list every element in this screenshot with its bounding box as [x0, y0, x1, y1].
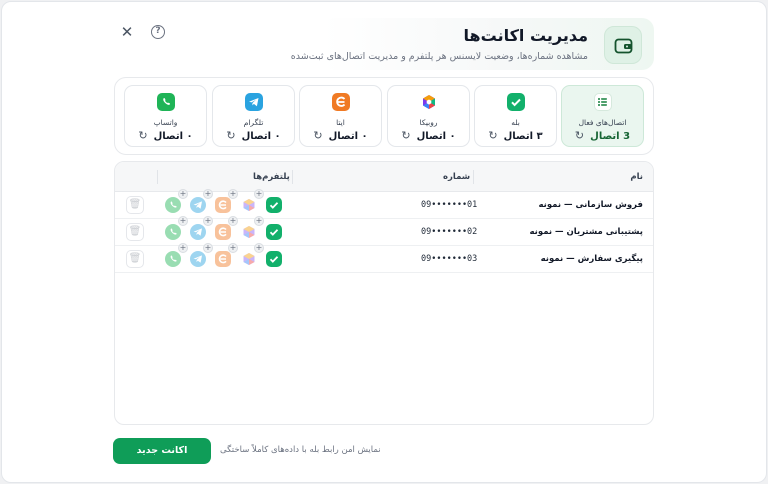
- bale-icon[interactable]: [266, 197, 282, 213]
- rubika-icon: [420, 93, 438, 111]
- eitaa-icon[interactable]: [215, 197, 231, 213]
- card-active-connections[interactable]: اتصال‌های فعال 3 اتصال↻: [561, 85, 644, 147]
- page-title: مدیریت اکانت‌ها: [463, 26, 588, 45]
- close-icon[interactable]: ✕: [120, 24, 134, 40]
- trash-icon[interactable]: 🗑: [126, 223, 144, 241]
- card-value: ۰ اتصال↻: [138, 129, 193, 142]
- account-number: 09•••••••02: [421, 227, 478, 237]
- refresh-icon[interactable]: ↻: [313, 129, 322, 142]
- trash-icon[interactable]: 🗑: [126, 250, 144, 268]
- bale-icon[interactable]: [266, 224, 282, 240]
- card-label: روبیکا: [419, 118, 438, 127]
- bale-icon: [507, 93, 525, 111]
- eitaa-icon: [332, 93, 350, 111]
- card-label: ایتا: [336, 118, 345, 127]
- accounts-table: نام شماره پلتفرم‌ها فروش سازمانی — نمونه…: [114, 161, 654, 425]
- page-subtitle: مشاهده شماره‌ها، وضعیت لایسنس هر پلتفرم …: [290, 51, 588, 62]
- header-number: شماره: [443, 172, 471, 182]
- account-name: پشتیبانی مشتریان — نمونه: [529, 227, 643, 237]
- refresh-icon[interactable]: ↻: [138, 129, 147, 142]
- card-label: اتصال‌های فعال: [578, 118, 627, 127]
- card-label: واتساپ: [153, 118, 178, 127]
- refresh-icon[interactable]: ↻: [575, 129, 584, 142]
- telegram-icon[interactable]: [190, 251, 206, 267]
- rubika-icon[interactable]: [241, 224, 257, 240]
- card-value: ۰ اتصال↻: [401, 129, 456, 142]
- account-name: فروش سازمانی — نمونه: [538, 200, 644, 210]
- refresh-icon[interactable]: ↻: [401, 129, 410, 142]
- list-icon: [594, 93, 612, 111]
- card-label: بله: [511, 118, 520, 127]
- header-divider: [292, 170, 293, 184]
- bale-icon[interactable]: [266, 251, 282, 267]
- telegram-icon[interactable]: [190, 224, 206, 240]
- whatsapp-icon[interactable]: [165, 197, 181, 213]
- header-platforms: پلتفرم‌ها: [253, 172, 290, 182]
- footer-note: نمایش امن رابط بله با داده‌های کاملاً سا…: [220, 445, 381, 455]
- header-name: نام: [630, 172, 643, 182]
- eitaa-icon[interactable]: [215, 251, 231, 267]
- table-row[interactable]: فروش سازمانی — نمونه 09•••••••01 🗑 + + +…: [115, 189, 653, 219]
- account-number: 09•••••••03: [421, 254, 478, 264]
- new-account-button[interactable]: اکانت جدید: [113, 438, 211, 464]
- telegram-icon: [245, 93, 263, 111]
- whatsapp-icon[interactable]: [165, 251, 181, 267]
- card-value: ۰ اتصال↻: [313, 129, 368, 142]
- header-divider: [157, 170, 158, 184]
- table-header: نام شماره پلتفرم‌ها: [115, 162, 653, 192]
- account-name: پیگیری سفارش — نمونه: [540, 254, 643, 264]
- telegram-icon[interactable]: [190, 197, 206, 213]
- trash-icon[interactable]: 🗑: [126, 196, 144, 214]
- header-divider: [473, 170, 474, 184]
- card-value: ۳ اتصال↻: [488, 129, 543, 142]
- rubika-icon[interactable]: [241, 251, 257, 267]
- card-label: تلگرام: [243, 118, 264, 127]
- table-row[interactable]: پشتیبانی مشتریان — نمونه 09•••••••02 🗑 +…: [115, 216, 653, 246]
- card-whatsapp[interactable]: واتساپ ۰ اتصال↻: [124, 85, 207, 147]
- rubika-icon[interactable]: [241, 197, 257, 213]
- card-rubika[interactable]: روبیکا ۰ اتصال↻: [387, 85, 470, 147]
- card-value: ۰ اتصال↻: [226, 129, 281, 142]
- table-row[interactable]: پیگیری سفارش — نمونه 09•••••••03 🗑 + + +…: [115, 243, 653, 273]
- card-bale[interactable]: بله ۳ اتصال↻: [474, 85, 557, 147]
- card-telegram[interactable]: تلگرام ۰ اتصال↻: [212, 85, 295, 147]
- refresh-icon[interactable]: ↻: [488, 129, 497, 142]
- help-icon[interactable]: ?: [151, 25, 165, 39]
- eitaa-icon[interactable]: [215, 224, 231, 240]
- card-eitaa[interactable]: ایتا ۰ اتصال↻: [299, 85, 382, 147]
- account-number: 09•••••••01: [421, 200, 478, 210]
- whatsapp-icon: [157, 93, 175, 111]
- refresh-icon[interactable]: ↻: [226, 129, 235, 142]
- wallet-icon: [604, 26, 642, 64]
- whatsapp-icon[interactable]: [165, 224, 181, 240]
- card-value: 3 اتصال↻: [574, 129, 631, 142]
